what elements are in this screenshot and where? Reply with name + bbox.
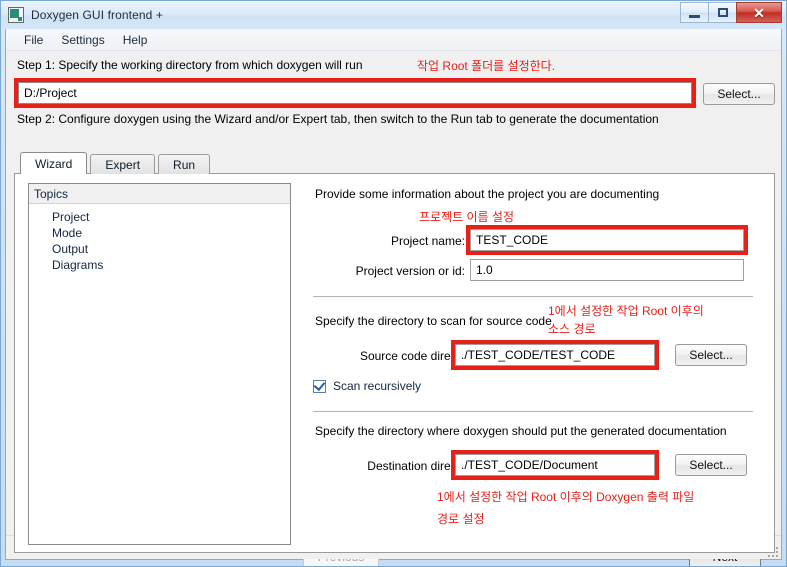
close-button[interactable]: ✕ xyxy=(736,2,782,23)
minimize-button[interactable] xyxy=(680,2,709,23)
annotation-destination-path-line1: 1에서 설정한 작업 Root 이후의 Doxygen 출력 파일 xyxy=(437,490,695,504)
wizard-project-pane: Provide some information about the proje… xyxy=(301,183,763,545)
destination-section-description: Specify the directory where doxygen shou… xyxy=(315,424,727,438)
step2-label: Step 2: Configure doxygen using the Wiza… xyxy=(17,112,659,126)
scan-recursively-row[interactable]: Scan recursively xyxy=(313,378,422,393)
topic-item-project[interactable]: Project xyxy=(29,209,290,225)
annotation-source-path-line1: 1에서 설정한 작업 Root 이후의 xyxy=(548,304,704,318)
source-section-description: Specify the directory to scan for source… xyxy=(315,314,552,328)
tab-expert[interactable]: Expert xyxy=(90,154,156,174)
working-directory-highlight xyxy=(14,78,696,108)
close-icon: ✕ xyxy=(753,4,765,21)
annotation-destination-path-line2: 경로 설정 xyxy=(437,512,485,526)
destination-directory-select-button[interactable]: Select... xyxy=(675,454,747,476)
annotation-project-name: 프로젝트 이름 설정 xyxy=(419,210,514,224)
tab-wizard[interactable]: Wizard xyxy=(20,152,88,174)
annotation-source-path-line2: 소스 경로 xyxy=(548,322,596,336)
divider-2 xyxy=(313,411,753,412)
topics-body: Project Mode Output Diagrams xyxy=(29,204,290,273)
tab-bar: Wizard Expert Run xyxy=(20,152,213,174)
menu-item-help[interactable]: Help xyxy=(114,31,157,49)
working-directory-select-button[interactable]: Select... xyxy=(703,83,775,105)
content-area: Step 1: Specify the working directory fr… xyxy=(6,52,781,566)
topics-header: Topics xyxy=(29,184,290,204)
project-name-label: Project name: xyxy=(390,234,465,248)
project-name-input[interactable] xyxy=(470,229,744,251)
title-bar: Doxygen GUI frontend + ✕ xyxy=(1,1,786,29)
topic-item-diagrams[interactable]: Diagrams xyxy=(29,257,290,273)
maximize-icon xyxy=(717,8,728,17)
source-directory-select-button[interactable]: Select... xyxy=(675,344,747,366)
minimize-icon xyxy=(689,14,700,18)
topics-list[interactable]: Topics Project Mode Output Diagrams xyxy=(28,183,291,545)
menu-bar: File Settings Help xyxy=(6,29,781,51)
window-controls: ✕ xyxy=(680,2,782,23)
scan-recursively-label: Scan recursively xyxy=(333,379,422,393)
project-section-description: Provide some information about the proje… xyxy=(315,187,660,201)
window-title: Doxygen GUI frontend + xyxy=(31,8,163,22)
client-area: File Settings Help Step 1: Specify the w… xyxy=(5,29,782,566)
topic-item-mode[interactable]: Mode xyxy=(29,225,290,241)
tab-run[interactable]: Run xyxy=(158,154,211,174)
app-icon xyxy=(8,7,24,23)
working-directory-input[interactable] xyxy=(18,82,692,104)
source-directory-input[interactable] xyxy=(455,344,655,366)
annotation-working-directory: 작업 Root 폴더를 설정한다. xyxy=(417,59,556,73)
step1-label: Step 1: Specify the working directory fr… xyxy=(17,58,363,72)
check-icon xyxy=(313,378,326,391)
wizard-tab-page: Topics Project Mode Output Diagrams Prov… xyxy=(14,173,775,553)
scan-recursively-checkbox[interactable] xyxy=(313,378,326,393)
menu-item-settings[interactable]: Settings xyxy=(52,31,113,49)
maximize-button[interactable] xyxy=(708,2,737,23)
topic-item-output[interactable]: Output xyxy=(29,241,290,257)
project-version-label: Project version or id: xyxy=(355,264,465,278)
menu-item-file[interactable]: File xyxy=(15,31,52,49)
project-version-input[interactable] xyxy=(470,259,744,281)
divider-1 xyxy=(313,296,753,297)
destination-directory-input[interactable] xyxy=(455,454,655,476)
application-window: Doxygen GUI frontend + ✕ File Settings H… xyxy=(0,0,787,567)
